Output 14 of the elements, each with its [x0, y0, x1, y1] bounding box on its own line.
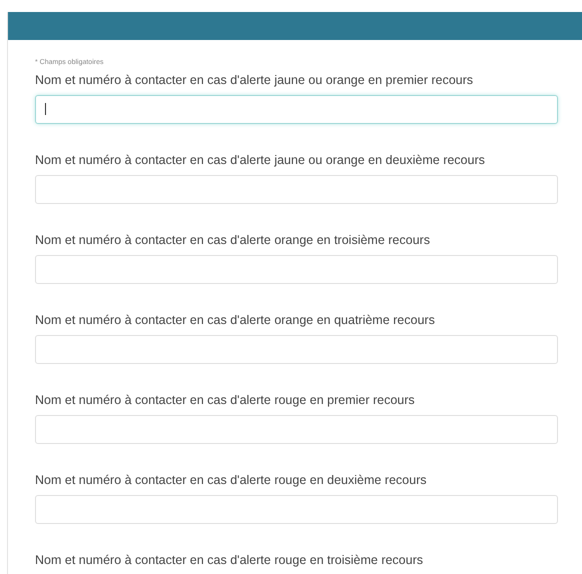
field-label: Nom et numéro à contacter en cas d'alerte rouge en troisième recours: [35, 552, 424, 568]
input-field[interactable]: [35, 254, 558, 284]
text-cursor-icon: [45, 103, 46, 115]
field-label: Nom et numéro à contacter en cas d'alerte rouge en premier recours: [35, 392, 416, 408]
field-label: Nom et numéro à contacter en cas d'alerte rouge en deuxième recours: [35, 472, 428, 488]
field-label: Nom et numéro à contacter en cas d'alerte orange en quatrième recours: [35, 312, 436, 328]
field-label: Nom et numéro à contacter en cas d'alerte orange en troisième recours: [35, 232, 431, 248]
input-field[interactable]: [35, 494, 558, 524]
field-label: Nom et numéro à contacter en cas d'alerte jaune ou orange en premier recours: [35, 72, 474, 88]
field-label: Nom et numéro à contacter en cas d'alerte jaune ou orange en deuxième recours: [35, 152, 486, 168]
input-field[interactable]: [35, 174, 558, 204]
input-field[interactable]: [35, 94, 558, 124]
input-field[interactable]: [35, 414, 558, 444]
input-field[interactable]: [35, 334, 558, 364]
